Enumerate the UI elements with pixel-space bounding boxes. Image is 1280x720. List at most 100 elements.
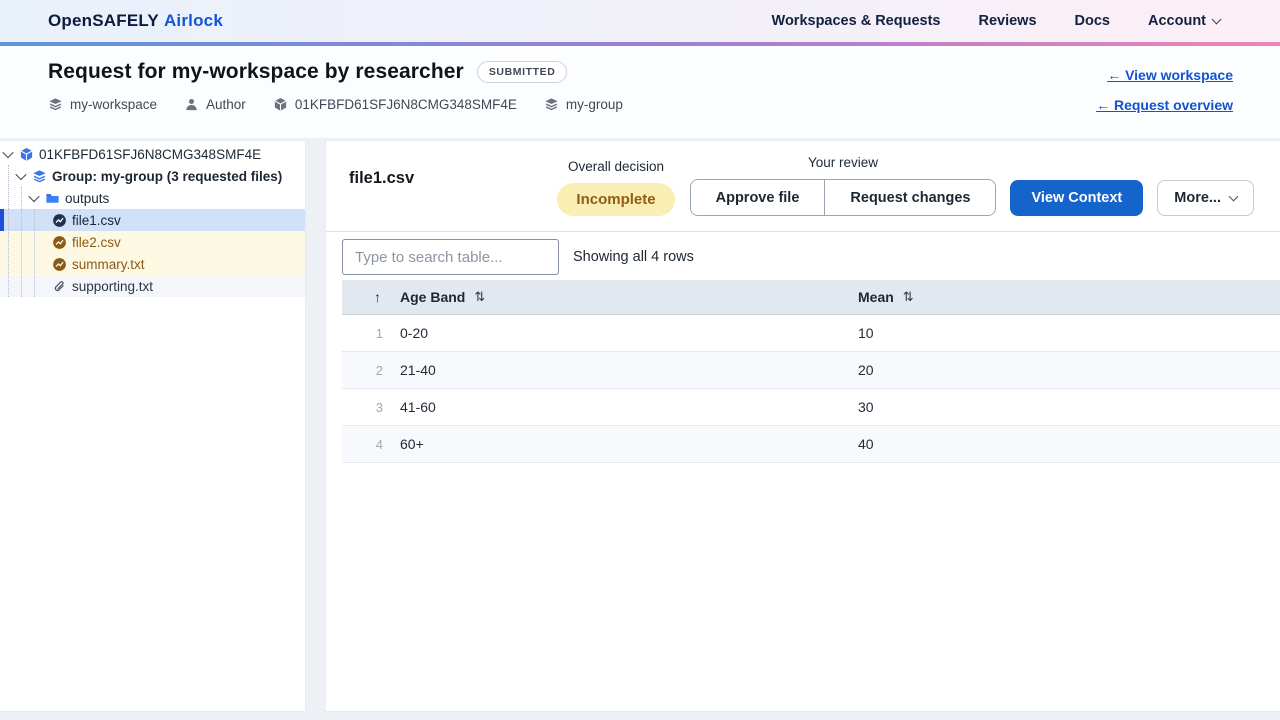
chevron-down-icon [1229,191,1239,201]
column-header-label: Age Band [400,289,465,305]
tree-item-label: 01KFBFD61SFJ6N8CMG348SMF4E [39,147,261,162]
file-review-panel: file1.csv Overall decision Incomplete Yo… [325,140,1280,712]
file-chart-icon [52,213,67,228]
file-tree: 01KFBFD61SFJ6N8CMG348SMF4E Group: my-gro… [0,141,305,297]
tree-item-summary-txt[interactable]: summary.txt [0,253,305,275]
layers-icon [32,169,47,184]
cell-mean: 20 [858,362,1280,378]
nav-workspaces-requests[interactable]: Workspaces & Requests [772,13,941,29]
cell-mean: 10 [858,325,1280,341]
chevron-down-icon [1212,14,1222,24]
meta-author: Author [184,97,246,112]
tree-item-label: supporting.txt [72,279,153,294]
row-count-text: Showing all 4 rows [573,249,694,265]
meta-group: my-group [544,97,623,112]
tree-guide-line [34,209,35,297]
table-row: 1 0-20 10 [342,315,1280,352]
chevron-down-icon[interactable] [15,169,26,180]
chevron-down-icon[interactable] [28,191,39,202]
view-context-button[interactable]: View Context [1010,180,1143,216]
status-badge: SUBMITTED [477,61,568,83]
top-nav: OpenSAFELY Airlock Workspaces & Requests … [0,0,1280,42]
meta-request-id-label: 01KFBFD61SFJ6N8CMG348SMF4E [295,97,517,112]
file-toolbar: file1.csv Overall decision Incomplete Yo… [326,141,1280,232]
page-title: Request for my-workspace by researcher [48,60,464,84]
chevron-down-icon[interactable] [2,147,13,158]
table-controls: Showing all 4 rows [342,239,1280,275]
row-number: 1 [342,326,392,341]
sort-icon: ⇅ [474,289,485,305]
cell-age-band: 41-60 [392,399,858,415]
folder-icon [45,191,60,206]
row-number: 2 [342,363,392,378]
nav-account-label: Account [1148,13,1206,29]
table-row: 4 60+ 40 [342,426,1280,463]
tree-item-outputs-folder[interactable]: outputs [0,187,305,209]
column-header-label: Mean [858,289,894,305]
layers-icon [544,97,559,112]
meta-group-label: my-group [566,97,623,112]
row-number-column-header[interactable]: ↑ [342,289,392,305]
tree-item-file1-csv[interactable]: file1.csv [0,209,305,231]
meta-workspace: my-workspace [48,97,157,112]
row-number: 4 [342,437,392,452]
data-table: ↑ Age Band ⇅ Mean ⇅ 1 0-20 10 2 21-40 2 [342,280,1280,463]
logo-opensafely: OpenSAFELY [48,11,159,30]
request-changes-button[interactable]: Request changes [824,180,995,215]
row-number: 3 [342,400,392,415]
primary-nav: Workspaces & Requests Reviews Docs Accou… [772,13,1220,29]
meta-workspace-label: my-workspace [70,97,157,112]
nav-docs[interactable]: Docs [1075,13,1110,29]
meta-request-id: 01KFBFD61SFJ6N8CMG348SMF4E [273,97,517,112]
cell-age-band: 60+ [392,436,858,452]
user-icon [184,97,199,112]
table-row: 2 21-40 20 [342,352,1280,389]
cell-mean: 40 [858,436,1280,452]
table-search-input[interactable] [342,239,559,275]
tree-item-supporting-txt[interactable]: supporting.txt [0,275,305,297]
layers-icon [48,97,63,112]
cell-mean: 30 [858,399,1280,415]
more-menu-button[interactable]: More... [1157,180,1254,216]
sort-icon: ⇅ [903,289,914,305]
tree-item-request-root[interactable]: 01KFBFD61SFJ6N8CMG348SMF4E [0,143,305,165]
tree-guide-line [21,187,22,297]
package-icon [273,97,288,112]
cell-age-band: 0-20 [392,325,858,341]
tree-item-file2-csv[interactable]: file2.csv [0,231,305,253]
logo-airlock: Airlock [164,11,223,30]
request-metadata: my-workspace Author 01KFBFD61SFJ6N8CMG34… [48,97,623,112]
view-workspace-link[interactable]: ← View workspace [1107,67,1233,83]
app-logo[interactable]: OpenSAFELY Airlock [48,11,223,31]
table-header-row: ↑ Age Band ⇅ Mean ⇅ [342,280,1280,315]
request-overview-link[interactable]: ← Request overview [1096,97,1233,113]
table-row: 3 41-60 30 [342,389,1280,426]
overall-decision-badge: Incomplete [557,183,674,216]
column-header-mean[interactable]: Mean ⇅ [858,289,1280,305]
request-header: Request for my-workspace by researcher S… [0,46,1280,138]
approve-file-button[interactable]: Approve file [691,180,825,215]
review-button-group: Approve file Request changes [690,179,997,216]
more-menu-label: More... [1174,190,1221,206]
tree-item-label: file2.csv [72,235,121,250]
sorted-ascending-icon: ↑ [374,289,381,305]
file-title: file1.csv [349,169,414,188]
file-chart-icon [52,257,67,272]
tree-item-label: Group: my-group (3 requested files) [52,169,282,184]
tree-item-label: outputs [65,191,109,206]
tree-item-label: file1.csv [72,213,121,228]
column-header-age-band[interactable]: Age Band ⇅ [392,289,858,305]
nav-reviews[interactable]: Reviews [978,13,1036,29]
your-review-group: Your review Approve file Request changes [690,155,997,216]
overall-decision-group: Overall decision Incomplete [557,159,674,216]
meta-author-label: Author [206,97,246,112]
tree-item-label: summary.txt [72,257,145,272]
file-chart-icon [52,235,67,250]
nav-account-menu[interactable]: Account [1148,13,1220,29]
file-tree-sidebar: 01KFBFD61SFJ6N8CMG348SMF4E Group: my-gro… [0,140,306,712]
overall-decision-label: Overall decision [568,159,664,174]
your-review-label: Your review [808,155,878,170]
cell-age-band: 21-40 [392,362,858,378]
tree-guide-line [8,165,9,297]
tree-item-group[interactable]: Group: my-group (3 requested files) [0,165,305,187]
